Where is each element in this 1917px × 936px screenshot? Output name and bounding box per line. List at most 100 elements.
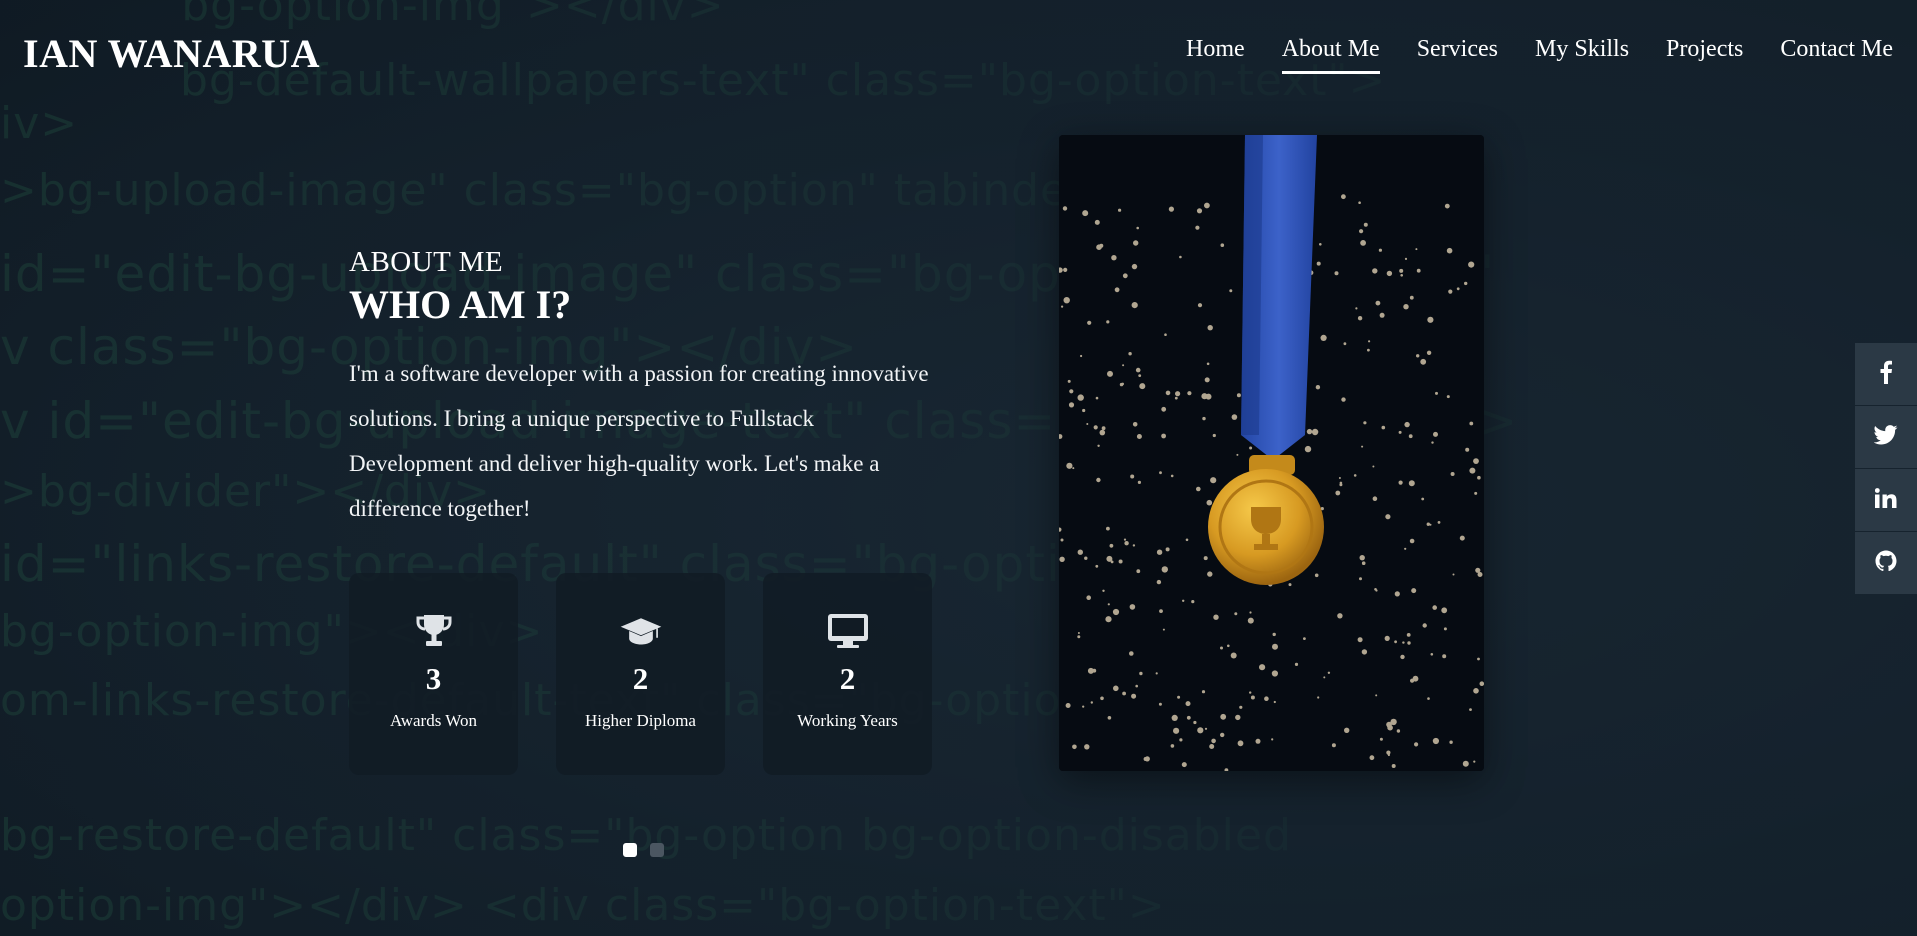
- confetti-dot: [1207, 571, 1213, 577]
- confetti-dot: [1121, 382, 1124, 386]
- site-header: IAN WANARUA Home About Me Services My Sk…: [0, 0, 1917, 110]
- confetti-dot: [1363, 222, 1368, 227]
- stat-label: Higher Diploma: [585, 711, 696, 730]
- confetti-dot: [1175, 391, 1181, 397]
- confetti-dot: [1220, 243, 1225, 247]
- site-logo[interactable]: IAN WANARUA: [23, 30, 320, 77]
- confetti-dot: [1203, 556, 1208, 561]
- confetti-dot: [1130, 474, 1135, 479]
- confetti-dot: [1469, 467, 1476, 474]
- confetti-dot: [1138, 374, 1142, 377]
- main-nav: Home About Me Services My Skills Project…: [1186, 36, 1893, 74]
- confetti-dot: [1170, 474, 1174, 478]
- nav-item-services[interactable]: Services: [1417, 36, 1498, 71]
- confetti-dot: [1084, 744, 1090, 750]
- nav-item-about-me[interactable]: About Me: [1281, 36, 1380, 74]
- confetti-dot: [1384, 635, 1390, 641]
- confetti-dot: [1196, 486, 1201, 492]
- confetti-dot: [1107, 603, 1110, 606]
- confetti-dot: [1433, 431, 1438, 437]
- confetti-dot: [1159, 471, 1162, 475]
- confetti-dot: [1416, 354, 1420, 358]
- confetti-dot: [1372, 465, 1375, 468]
- linkedin-button[interactable]: [1855, 469, 1917, 531]
- confetti-dot: [1360, 240, 1366, 246]
- confetti-dot: [1394, 640, 1397, 644]
- confetti-dot: [1139, 671, 1143, 676]
- confetti-dot: [1077, 635, 1081, 639]
- confetti-dot: [1404, 257, 1408, 260]
- github-button[interactable]: [1855, 532, 1917, 594]
- confetti-dot: [1220, 713, 1227, 720]
- confetti-dot: [1161, 566, 1168, 573]
- confetti-dot: [1367, 348, 1370, 352]
- confetti-dot: [1236, 393, 1241, 398]
- confetti-dot: [1181, 762, 1187, 768]
- confetti-dot: [1136, 569, 1141, 574]
- nav-item-contact-me[interactable]: Contact Me: [1780, 36, 1893, 71]
- confetti-dot: [1426, 522, 1430, 526]
- confetti-dot: [1411, 588, 1417, 594]
- confetti-dot: [1107, 370, 1113, 377]
- confetti-dot: [1135, 684, 1138, 688]
- confetti-dot: [1316, 261, 1321, 266]
- carousel-dot-2[interactable]: [650, 843, 664, 857]
- confetti-dot: [1473, 458, 1479, 464]
- confetti-dot: [1202, 416, 1206, 421]
- confetti-dot: [1475, 567, 1481, 573]
- confetti-dot: [1435, 391, 1438, 395]
- confetti-dot: [1230, 652, 1237, 659]
- confetti-dot: [1288, 583, 1292, 587]
- confetti-dot: [1386, 721, 1392, 728]
- confetti-dot: [1437, 521, 1441, 524]
- confetti-dot: [1430, 653, 1434, 656]
- confetti-dot: [1249, 611, 1252, 614]
- confetti-dot: [1335, 490, 1341, 496]
- confetti-dot: [1232, 416, 1235, 419]
- confetti-dot: [1361, 445, 1364, 448]
- nav-item-projects[interactable]: Projects: [1666, 36, 1743, 71]
- confetti-dot: [1173, 727, 1180, 734]
- confetti-dot: [1441, 607, 1448, 614]
- confetti-dot: [1114, 287, 1120, 293]
- confetti-dot: [1156, 579, 1162, 585]
- stat-value: 2: [632, 661, 649, 696]
- confetti-dot: [1396, 729, 1401, 733]
- confetti-dot: [1069, 389, 1074, 394]
- twitter-button[interactable]: [1855, 406, 1917, 468]
- confetti-dot: [1161, 406, 1167, 412]
- confetti-dot: [1341, 397, 1346, 402]
- nav-item-my-skills[interactable]: My Skills: [1535, 36, 1629, 71]
- confetti-dot: [1106, 526, 1110, 531]
- confetti-dot: [1449, 740, 1453, 744]
- confetti-dot: [1469, 421, 1474, 426]
- confetti-dot: [1111, 255, 1117, 261]
- facebook-button[interactable]: [1855, 343, 1917, 405]
- confetti-dot: [1204, 202, 1210, 209]
- confetti-dot: [1129, 651, 1134, 656]
- confetti-dot: [1357, 316, 1363, 321]
- confetti-dot: [1385, 514, 1391, 520]
- confetti-dot: [1109, 543, 1114, 548]
- confetti-dot: [1186, 715, 1191, 720]
- confetti-dot: [1206, 499, 1213, 506]
- confetti-dot: [1220, 732, 1225, 738]
- confetti-dot: [1379, 312, 1385, 318]
- nav-item-home[interactable]: Home: [1186, 36, 1245, 71]
- confetti-dot: [1164, 333, 1167, 336]
- stat-label: Working Years: [797, 711, 898, 730]
- confetti-dot: [1135, 367, 1141, 373]
- carousel-dot-1[interactable]: [623, 843, 637, 857]
- confetti-dot: [1086, 423, 1089, 425]
- confetti-dot: [1196, 208, 1203, 214]
- confetti-dot: [1062, 206, 1068, 211]
- stat-card-diploma: 2 Higher Diploma: [556, 573, 725, 775]
- confetti-dot: [1236, 453, 1239, 456]
- carousel-dots: [623, 843, 664, 857]
- confetti-dot: [1465, 447, 1470, 452]
- confetti-dot: [1314, 573, 1319, 578]
- confetti-dot: [1323, 676, 1326, 679]
- confetti-dot: [1431, 441, 1434, 444]
- confetti-dot: [1095, 564, 1099, 568]
- confetti-dot: [1443, 627, 1447, 631]
